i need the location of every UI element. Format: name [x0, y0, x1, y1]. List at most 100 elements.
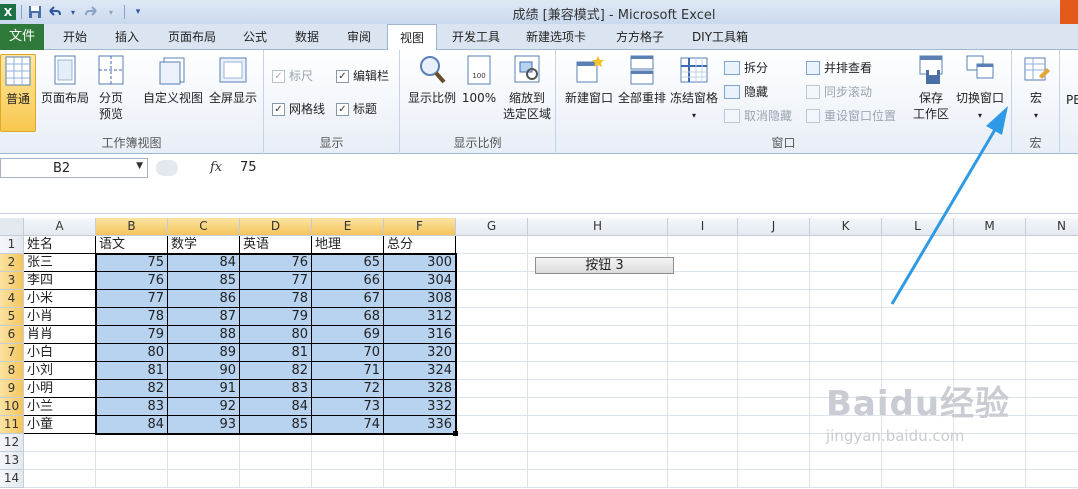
cell-D4[interactable]: 78	[240, 290, 312, 308]
row-header-11[interactable]: 11	[0, 416, 24, 434]
cell-A11[interactable]: 小童	[24, 416, 96, 434]
name-box-dropdown-icon[interactable]: ▼	[136, 161, 143, 171]
cell-I14[interactable]	[668, 470, 738, 488]
cell-G7[interactable]	[456, 344, 528, 362]
cell-C13[interactable]	[168, 452, 240, 470]
column-header-D[interactable]: D	[240, 218, 312, 236]
tab-view[interactable]: 视图	[387, 24, 437, 51]
cell-L14[interactable]	[882, 470, 954, 488]
cell-N2[interactable]	[1026, 254, 1078, 272]
cell-J9[interactable]	[738, 380, 810, 398]
cell-N13[interactable]	[1026, 452, 1078, 470]
ruler-checkbox[interactable]: ✓ 标尺	[272, 66, 313, 86]
cell-D8[interactable]: 82	[240, 362, 312, 380]
name-box[interactable]: B2 ▼	[0, 158, 148, 178]
cell-B1[interactable]: 语文	[96, 236, 168, 254]
cell-J1[interactable]	[738, 236, 810, 254]
cell-M5[interactable]	[954, 308, 1026, 326]
cell-J10[interactable]	[738, 398, 810, 416]
tab-fangfang-grid[interactable]: 方方格子	[604, 24, 676, 50]
cell-I1[interactable]	[668, 236, 738, 254]
cell-H8[interactable]	[528, 362, 668, 380]
cell-C7[interactable]: 89	[168, 344, 240, 362]
cell-N8[interactable]	[1026, 362, 1078, 380]
freeze-panes-dropdown-icon[interactable]: ▾	[692, 111, 696, 120]
row-header-7[interactable]: 7	[0, 344, 24, 362]
page-break-preview-button[interactable]: 分页 预览	[94, 54, 128, 122]
switch-windows-dropdown-icon[interactable]: ▾	[978, 111, 982, 120]
zoom-100-button[interactable]: 100 100%	[460, 54, 498, 106]
row-header-4[interactable]: 4	[0, 290, 24, 308]
cell-A3[interactable]: 李四	[24, 272, 96, 290]
cell-D7[interactable]: 81	[240, 344, 312, 362]
column-header-L[interactable]: L	[882, 218, 954, 236]
cell-E6[interactable]: 69	[312, 326, 384, 344]
cell-E4[interactable]: 67	[312, 290, 384, 308]
formula-bar-checkbox[interactable]: ✓ 编辑栏	[336, 66, 389, 86]
cell-L1[interactable]	[882, 236, 954, 254]
row-header-8[interactable]: 8	[0, 362, 24, 380]
freeze-panes-button[interactable]: 冻结窗格 ▾	[668, 54, 720, 124]
cell-L5[interactable]	[882, 308, 954, 326]
page-layout-view-button[interactable]: 页面布局	[38, 54, 92, 106]
cell-J5[interactable]	[738, 308, 810, 326]
cell-G8[interactable]	[456, 362, 528, 380]
column-header-J[interactable]: J	[738, 218, 810, 236]
cell-I10[interactable]	[668, 398, 738, 416]
cell-C9[interactable]: 91	[168, 380, 240, 398]
full-screen-button[interactable]: 全屏显示	[206, 54, 260, 106]
cell-G2[interactable]	[456, 254, 528, 272]
cell-I7[interactable]	[668, 344, 738, 362]
cell-H10[interactable]	[528, 398, 668, 416]
cell-N9[interactable]	[1026, 380, 1078, 398]
cell-I9[interactable]	[668, 380, 738, 398]
tab-data[interactable]: 数据	[284, 24, 330, 50]
row-header-5[interactable]: 5	[0, 308, 24, 326]
cell-F2[interactable]: 300	[384, 254, 456, 272]
cell-E1[interactable]: 地理	[312, 236, 384, 254]
cell-N1[interactable]	[1026, 236, 1078, 254]
cell-N14[interactable]	[1026, 470, 1078, 488]
tab-formulas[interactable]: 公式	[232, 24, 278, 50]
row-header-10[interactable]: 10	[0, 398, 24, 416]
cell-C2[interactable]: 84	[168, 254, 240, 272]
cell-B13[interactable]	[96, 452, 168, 470]
cell-E2[interactable]: 65	[312, 254, 384, 272]
cell-L3[interactable]	[882, 272, 954, 290]
zoom-button[interactable]: 显示比例	[404, 54, 460, 106]
cell-A14[interactable]	[24, 470, 96, 488]
cell-D6[interactable]: 80	[240, 326, 312, 344]
cell-H3[interactable]	[528, 272, 668, 290]
tab-new-tab[interactable]: 新建选项卡	[516, 24, 596, 50]
normal-view-button[interactable]: 普通	[0, 54, 36, 132]
cell-H12[interactable]	[528, 434, 668, 452]
cell-K3[interactable]	[810, 272, 882, 290]
cell-K14[interactable]	[810, 470, 882, 488]
cell-A4[interactable]: 小米	[24, 290, 96, 308]
fill-handle[interactable]	[453, 431, 458, 436]
row-header-1[interactable]: 1	[0, 236, 24, 254]
cell-J6[interactable]	[738, 326, 810, 344]
cell-A6[interactable]: 肖肖	[24, 326, 96, 344]
row-header-2[interactable]: 2	[0, 254, 24, 272]
cell-B14[interactable]	[96, 470, 168, 488]
custom-views-button[interactable]: 自定义视图	[142, 54, 204, 106]
cell-N7[interactable]	[1026, 344, 1078, 362]
row-header-13[interactable]: 13	[0, 452, 24, 470]
cell-K1[interactable]	[810, 236, 882, 254]
cell-I6[interactable]	[668, 326, 738, 344]
cell-L6[interactable]	[882, 326, 954, 344]
cell-A10[interactable]: 小兰	[24, 398, 96, 416]
cell-F12[interactable]	[384, 434, 456, 452]
cell-G1[interactable]	[456, 236, 528, 254]
cell-B4[interactable]: 77	[96, 290, 168, 308]
macros-dropdown-icon[interactable]: ▾	[1034, 111, 1038, 120]
cell-K6[interactable]	[810, 326, 882, 344]
cell-N12[interactable]	[1026, 434, 1078, 452]
reset-window-position-button[interactable]: 重设窗口位置	[806, 106, 896, 126]
cell-I3[interactable]	[668, 272, 738, 290]
cell-H14[interactable]	[528, 470, 668, 488]
cell-B9[interactable]: 82	[96, 380, 168, 398]
cell-M3[interactable]	[954, 272, 1026, 290]
cell-D1[interactable]: 英语	[240, 236, 312, 254]
